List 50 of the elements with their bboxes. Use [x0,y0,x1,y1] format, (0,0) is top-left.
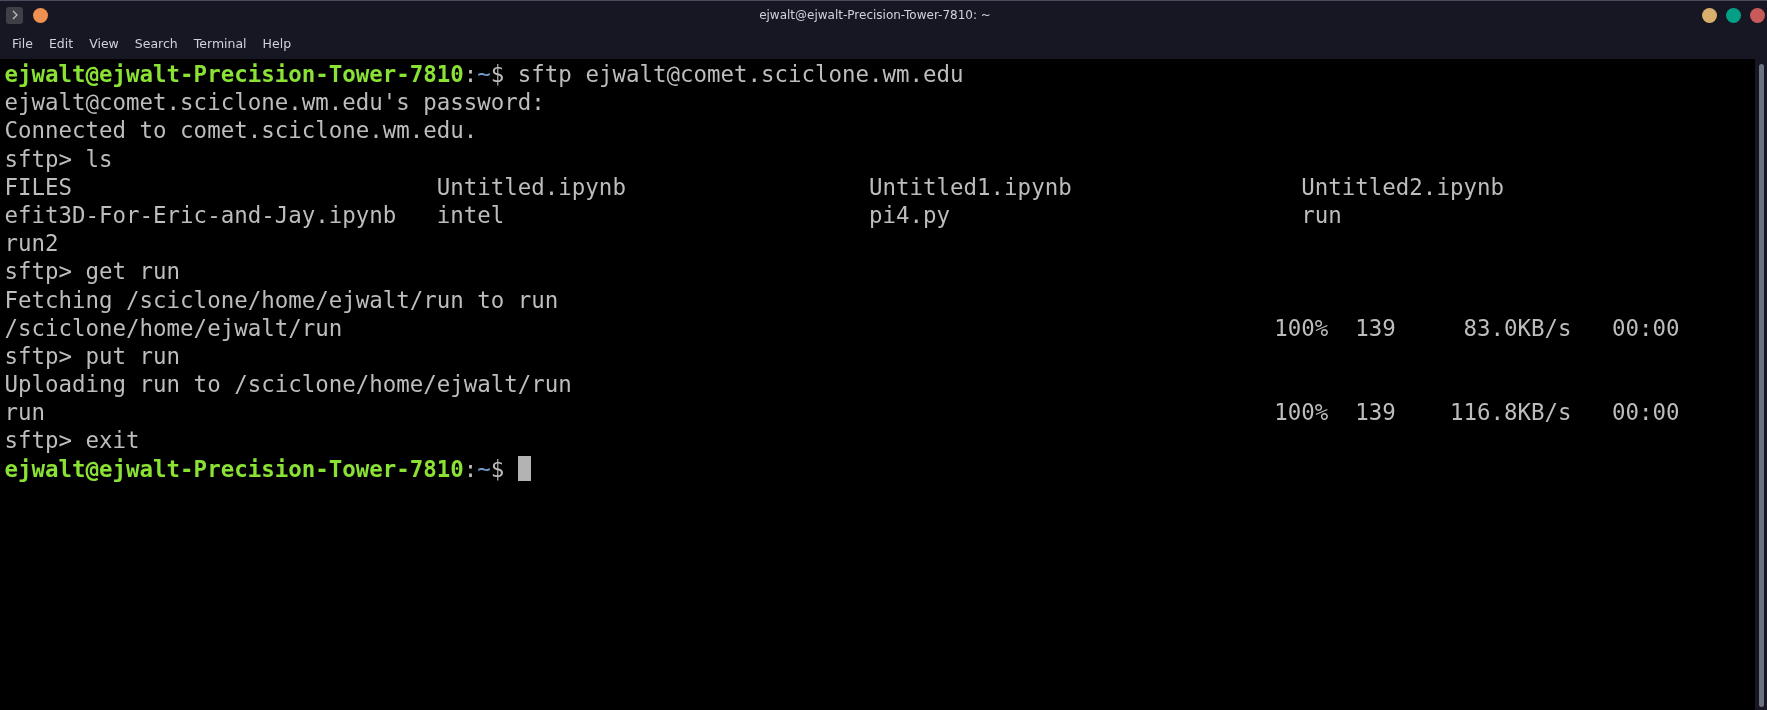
transfer-percent: 100% [1274,314,1329,341]
file-name: FILES [4,173,73,200]
command-text: sftp ejwalt@comet.sciclone.wm.edu [517,60,964,89]
file-name: Untitled2.ipynb [1301,173,1504,200]
output-line: ejwalt@comet.sciclone.wm.edu's password: [4,88,545,117]
output-line: sftp> exit [4,426,140,455]
menu-item[interactable]: Terminal [185,34,255,54]
prompt-separator: : [463,60,478,89]
prompt-symbol: $ [490,60,505,89]
window-button[interactable] [1726,7,1741,23]
file-name: pi4.py [869,201,951,228]
transfer-percent: 100% [1274,399,1329,426]
file-name: efit3D-For-Eric-and-Jay.ipynb [4,201,397,228]
menu-item[interactable]: Help [254,34,300,54]
transfer-time: 00:00 [1612,314,1680,341]
file-path: /sciclone/home/ejwalt/run [4,314,343,341]
transfer-rate: 116.8KB/s [1449,398,1572,427]
file-name: run2 [4,230,59,257]
file-name: run [1301,201,1342,228]
output-line: sftp> put run [4,341,181,371]
prompt-symbol: $ [490,454,505,483]
window-button[interactable] [33,7,48,23]
menu-item[interactable]: Search [126,34,186,54]
scrollbar-thumb[interactable] [1758,64,1764,707]
transfer-size: 139 [1355,314,1396,341]
file-name: intel [436,201,505,228]
window-button[interactable] [1702,7,1717,23]
menu-item[interactable]: Edit [40,34,82,54]
prompt-user: ejwalt@ejwalt-Precision-Tower-7810 [4,60,464,89]
transfer-time: 00:00 [1612,399,1680,426]
window-button[interactable] [1750,7,1765,23]
output-line: Connected to comet.sciclone.wm.edu. [4,116,478,145]
file-name: Untitled.ipynb [436,173,626,200]
prompt-user: ejwalt@ejwalt-Precision-Tower-7810 [4,454,464,483]
menu-button[interactable] [6,6,23,24]
prompt-separator: : [463,454,478,483]
output-line: sftp> get run [4,257,181,286]
prompt-directory: ~ [477,454,491,483]
menu-item[interactable]: View [81,34,127,54]
output-line: Uploading run to /sciclone/home/ejwalt/run [4,370,572,399]
file-path: run [4,399,46,426]
transfer-size: 139 [1355,399,1396,426]
menu-item[interactable]: File [4,34,41,54]
window-title: ejwalt@ejwalt-Precision-Tower-7810: ~ [759,7,991,24]
chevron-right-icon [10,10,19,20]
file-name: Untitled1.ipynb [869,173,1072,200]
output-line: sftp> ls [4,144,113,173]
output-line: Fetching /sciclone/home/ejwalt/run to run [4,285,559,314]
prompt-directory: ~ [477,60,491,89]
transfer-rate: 83.0KB/s [1463,313,1572,342]
